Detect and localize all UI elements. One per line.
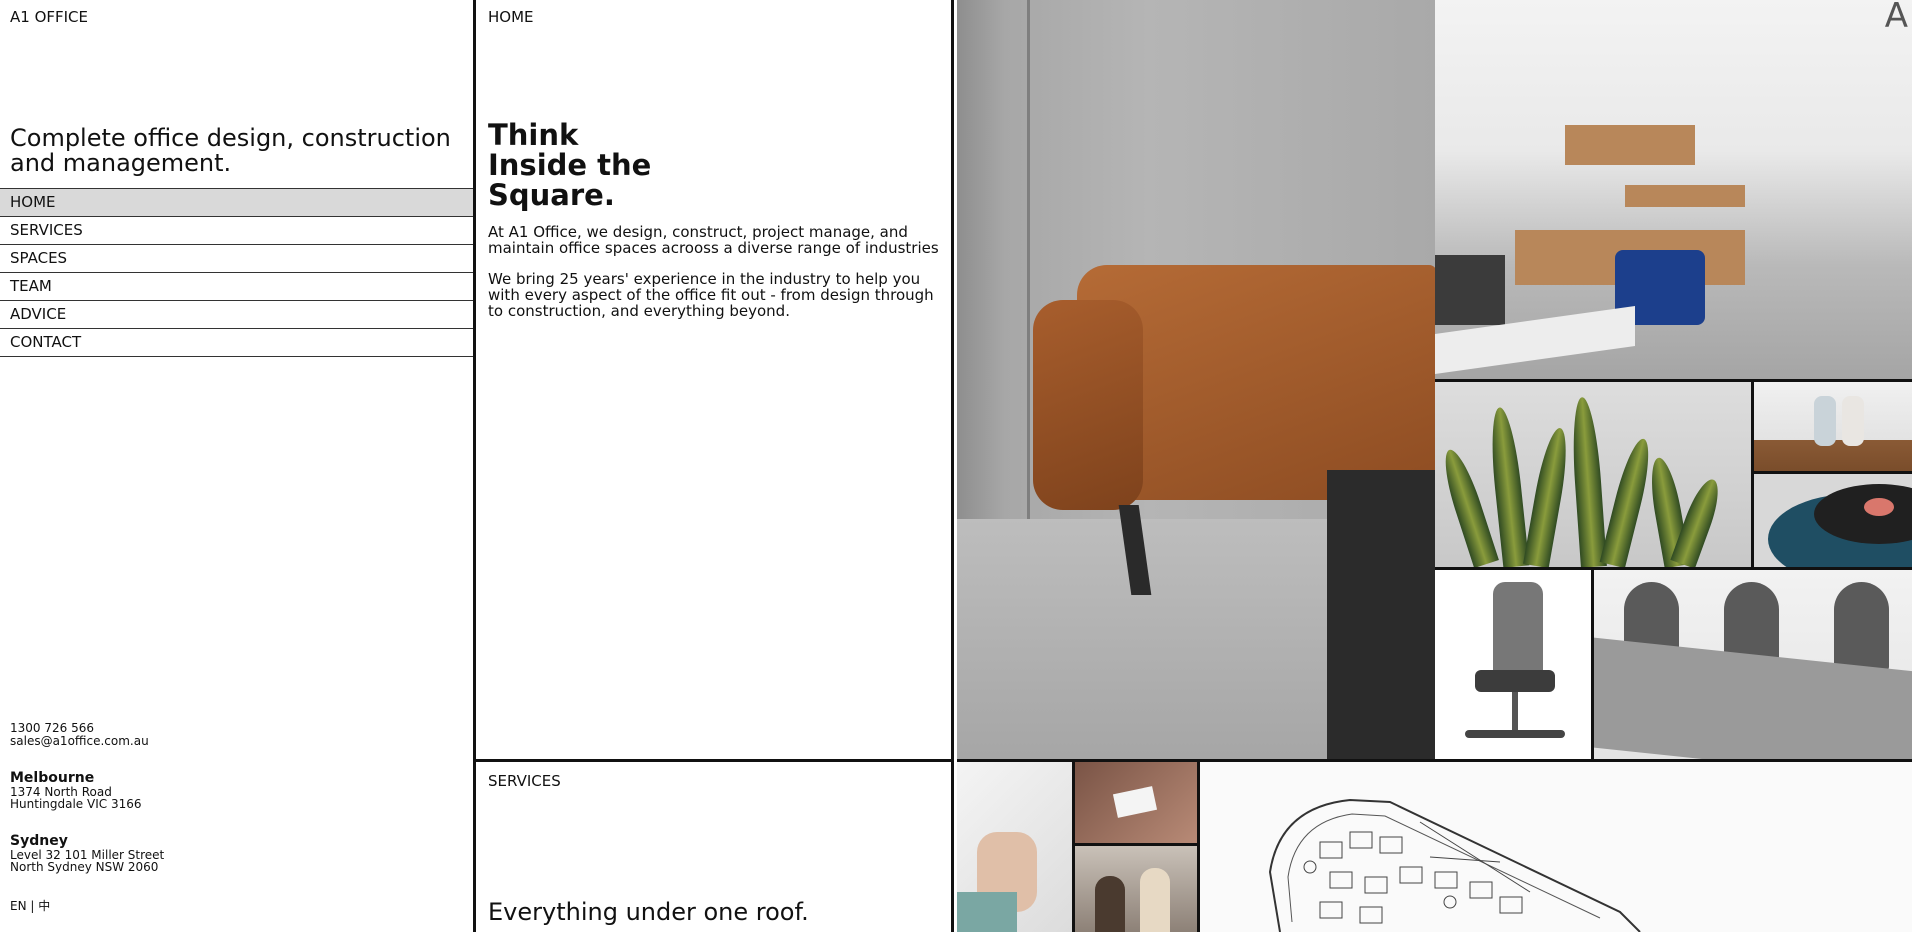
business-card-photo: [1075, 762, 1197, 846]
floor-plan-sketch: [1268, 798, 1641, 932]
headline-line: Square.: [488, 178, 615, 212]
office-address-line: North Sydney NSW 2060: [10, 860, 159, 874]
nav-item-contact[interactable]: CONTACT: [0, 329, 473, 357]
headline-line: Inside the: [488, 148, 652, 182]
experience-paragraph: We bring 25 years' experience in the ind…: [488, 270, 934, 320]
panel-label-home: HOME: [488, 8, 534, 26]
nav-item-services[interactable]: SERVICES: [0, 217, 473, 245]
services-title: Everything under one roof.: [488, 898, 809, 926]
intro-paragraph: At A1 Office, we design, construct, proj…: [488, 223, 939, 257]
headline-line: Think: [488, 118, 579, 152]
brand-logo[interactable]: A1 OFFICE: [10, 8, 88, 26]
nav-item-advice[interactable]: ADVICE: [0, 301, 473, 329]
services-panel[interactable]: SERVICES Everything under one roof.: [476, 762, 954, 932]
office-address-line: Huntingdale VIC 3166: [10, 797, 142, 811]
floor-plan-drawing: [1197, 762, 1912, 932]
snake-plant-photo: [1435, 382, 1754, 570]
office-interior-photo: A: [1435, 0, 1912, 382]
office-melbourne: Melbourne 1374 North Road Huntingdale VI…: [10, 770, 141, 810]
nav-item-spaces[interactable]: SPACES: [0, 245, 473, 273]
language-switcher[interactable]: EN | 中: [10, 897, 50, 914]
panel-label-services: SERVICES: [488, 772, 561, 790]
teal-stool-photo: [1754, 474, 1912, 570]
home-panel: HOME Think Inside the Square. At A1 Offi…: [476, 0, 954, 762]
email-link[interactable]: sales@a1office.com.au: [10, 735, 149, 748]
meeting-room-chairs-photo: [1594, 570, 1912, 762]
office-sydney: Sydney Level 32 101 Miller Street North …: [10, 833, 164, 873]
main-nav: HOME SERVICES SPACES TEAM ADVICE CONTACT: [0, 188, 473, 357]
leather-armchair-photo: [957, 0, 1435, 762]
contact-info: 1300 726 566 sales@a1office.com.au: [10, 722, 149, 748]
team-meeting-photo: [1075, 846, 1197, 932]
vases-photo: [1754, 382, 1912, 474]
sidebar: A1 OFFICE Complete office design, constr…: [0, 0, 476, 932]
nav-item-home[interactable]: HOME: [0, 189, 473, 217]
office-city: Melbourne: [10, 770, 95, 786]
hands-signing-photo: [957, 762, 1075, 932]
nav-item-team[interactable]: TEAM: [0, 273, 473, 301]
tagline: Complete office design, construction and…: [10, 126, 451, 177]
office-chair-photo: [1435, 570, 1594, 762]
office-logo-glyph: A: [1884, 0, 1908, 36]
office-city: Sydney: [10, 833, 68, 849]
page-headline: Think Inside the Square.: [488, 120, 651, 210]
